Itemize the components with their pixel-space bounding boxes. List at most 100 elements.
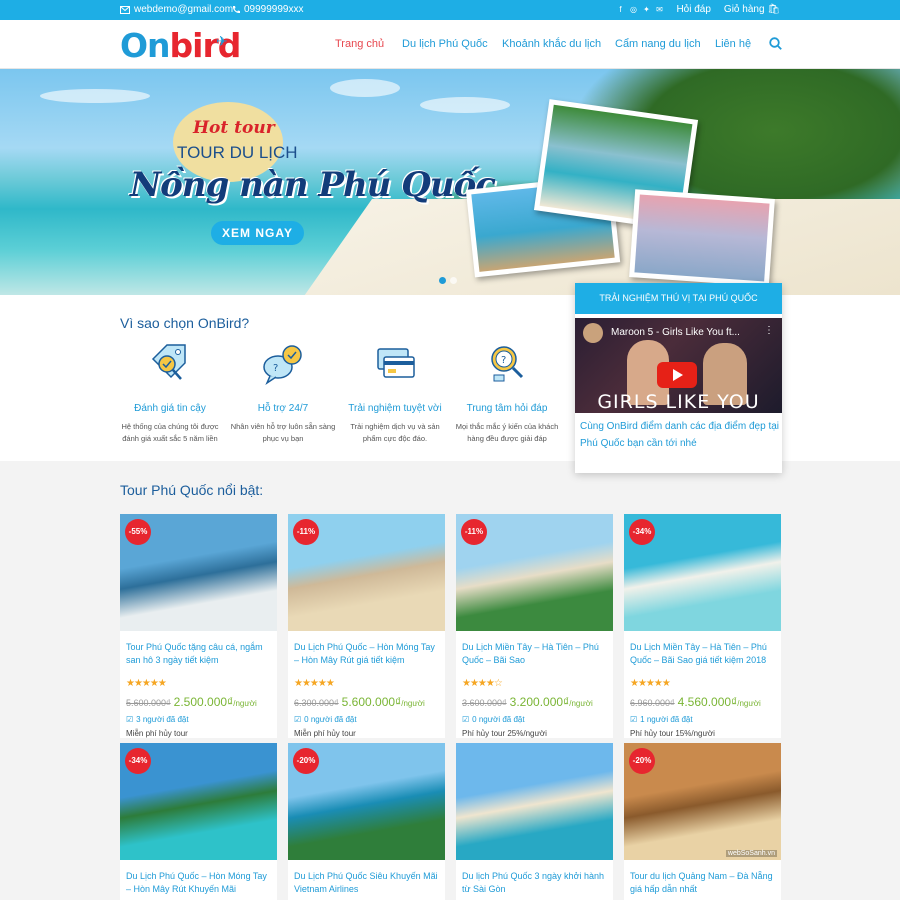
discount-badge: -11% — [461, 519, 487, 545]
new-price: 5.600.000₫ — [341, 695, 402, 709]
nav-item-home[interactable]: Trang chủ — [335, 38, 384, 50]
price-tag-icon — [151, 344, 186, 380]
magnifier-question-icon: ? — [491, 346, 524, 382]
tour-card[interactable]: -20% webSoSanh.vn Tour du lịch Quảng Nam –… — [624, 743, 781, 900]
tour-name-link[interactable]: Du Lịch Phú Quốc – Hòn Móng Tay – Hòn Mâ… — [120, 860, 277, 900]
topbar-phone[interactable]: 09999999xxx — [232, 4, 304, 15]
site-header: Onbird ✈ Trang chủ Du lịch Phú Quốc Khoả… — [0, 20, 900, 69]
video-title: Maroon 5 - Girls Like You ft... — [611, 327, 740, 338]
instagram-icon[interactable]: ◎ — [629, 5, 637, 14]
edit-check-icon: ☑ — [294, 715, 302, 724]
mail-icon — [120, 5, 130, 14]
nav-item-moments[interactable]: Khoảnh khắc du lịch — [502, 38, 601, 50]
booked-count: ☑ 0 người đã đặt — [456, 715, 613, 724]
tour-name-link[interactable]: Du Lịch Phú Quốc – Hòn Móng Tay – Hòn Mâ… — [288, 631, 445, 671]
discount-badge: -11% — [293, 519, 319, 545]
cancel-policy: Phí hủy tour 25%/người — [462, 729, 547, 738]
tour-card[interactable]: -11% Du Lịch Miền Tây – Hà Tiên – Phú Quố… — [456, 514, 613, 738]
booked-text: 0 người đã đặt — [472, 715, 525, 724]
tour-image[interactable]: -55% — [120, 514, 277, 631]
hero-banner: Hot tour TOUR DU LỊCH Nồng nàn Phú Quốc … — [0, 69, 900, 295]
svg-text:?: ? — [501, 355, 506, 366]
why-title: Vì sao chọn OnBird? — [120, 315, 250, 331]
price-row: 3.600.000₫ 3.200.000₫/người — [456, 693, 613, 711]
feature-desc: Nhân viên hỗ trợ luôn sẵn sàng phục vụ b… — [230, 422, 336, 443]
tour-card[interactable]: -55% Tour Phú Quốc tặng câu cá, ngắm san … — [120, 514, 277, 738]
price-row: 6.300.000₫ 5.600.000₫/người — [288, 693, 445, 711]
discount-badge: -34% — [629, 519, 655, 545]
image-watermark: webSoSanh.vn — [725, 850, 777, 857]
logo-part-on: On — [120, 26, 171, 65]
price-unit: /người — [233, 699, 257, 708]
tour-image[interactable] — [456, 743, 613, 860]
more-options-icon[interactable]: ⋮ — [764, 325, 774, 336]
tour-name-link[interactable]: Du Lịch Phú Quốc Siêu Khuyến Mãi Vietnam… — [288, 860, 445, 900]
site-logo[interactable]: Onbird ✈ — [120, 26, 241, 65]
topbar-email-text: webdemo@gmail.com — [134, 4, 234, 15]
youtube-video-player[interactable]: Maroon 5 - Girls Like You ft... ⋮ GIRLS … — [575, 318, 782, 413]
new-price: 3.200.000₫ — [509, 695, 570, 709]
booked-text: 3 người đã đặt — [136, 715, 189, 724]
twitter-icon[interactable]: ✦ — [642, 5, 650, 14]
nav-item-phu-quoc[interactable]: Du lịch Phú Quốc — [402, 38, 488, 50]
tour-image[interactable]: -20% webSoSanh.vn — [624, 743, 781, 860]
feature-desc: Mọi thắc mắc ý kiến của khách hàng đều đ… — [455, 422, 559, 443]
topbar-email[interactable]: webdemo@gmail.com — [120, 4, 233, 15]
mail-icon[interactable]: ✉ — [655, 5, 663, 14]
edit-check-icon: ☑ — [126, 715, 134, 724]
channel-avatar — [583, 323, 603, 343]
slider-dot-1[interactable] — [439, 277, 446, 284]
search-icon[interactable] — [769, 37, 782, 50]
tour-card[interactable]: -20% Du Lịch Phú Quốc Siêu Khuyến Mãi Vie… — [288, 743, 445, 900]
edit-check-icon: ☑ — [462, 715, 470, 724]
old-price: 6.960.000₫ — [630, 698, 675, 708]
tour-image[interactable]: -11% — [456, 514, 613, 631]
hero-photo-sunset-pier — [629, 189, 775, 287]
new-price: 2.500.000₫ — [173, 695, 234, 709]
tour-image[interactable]: -34% — [120, 743, 277, 860]
video-caption-link[interactable]: Cùng OnBird điểm danh các địa điểm đẹp t… — [580, 418, 780, 452]
xem-ngay-button[interactable]: XEM NGAY — [211, 221, 304, 245]
tour-image[interactable]: -11% — [288, 514, 445, 631]
discount-badge: -55% — [125, 519, 151, 545]
video-card-heading: TRẢI NGHIỆM THÚ VỊ TẠI PHÚ QUỐC — [575, 283, 782, 314]
price-unit: /người — [737, 699, 761, 708]
nav-item-contact[interactable]: Liên hệ — [715, 38, 751, 50]
price-unit: /người — [401, 699, 425, 708]
feature-reliable: Đánh giá tin cậy Hệ thống của chúng tôi … — [115, 339, 225, 445]
tour-card[interactable]: -11% Du Lịch Phú Quốc – Hòn Móng Tay – Hò… — [288, 514, 445, 738]
tour-name-link[interactable]: Du lịch Phú Quốc 3 ngày khởi hành từ Sài… — [456, 860, 613, 900]
cancel-policy: Miễn phí hủy tour — [294, 729, 356, 738]
nav-item-guide[interactable]: Cẩm nang du lịch — [615, 38, 701, 50]
price-unit: /người — [569, 699, 593, 708]
tour-card[interactable]: Du lịch Phú Quốc 3 ngày khởi hành từ Sài… — [456, 743, 613, 900]
new-price: 4.560.000₫ — [677, 695, 738, 709]
experience-video-card: TRẢI NGHIỆM THÚ VỊ TẠI PHÚ QUỐC Maroon 5… — [575, 283, 782, 473]
cart-link[interactable]: Giỏ hàng 🛍 — [724, 4, 780, 15]
credit-card-icon — [377, 348, 415, 378]
tour-name-link[interactable]: Tour du lịch Quảng Nam – Đà Nẵng giá hấp… — [624, 860, 781, 900]
tour-name-link[interactable]: Tour Phú Quốc tặng câu cá, ngắm san hô 3… — [120, 631, 277, 671]
tour-du-lich-label: TOUR DU LỊCH — [177, 143, 298, 162]
booked-count: ☑ 3 người đã đặt — [120, 715, 277, 724]
facebook-icon[interactable]: f — [616, 5, 624, 14]
slider-dots — [439, 277, 457, 284]
tour-card[interactable]: -34% Du Lịch Miền Tây – Hà Tiên – Phú Quố… — [624, 514, 781, 738]
youtube-play-icon[interactable] — [657, 362, 697, 388]
tour-image[interactable]: -20% — [288, 743, 445, 860]
rating-stars: ★★★★☆ — [462, 678, 503, 689]
feature-title: Đánh giá tin cậy — [134, 403, 206, 414]
slider-dot-2[interactable] — [450, 277, 457, 284]
tour-card[interactable]: -34% Du Lịch Phú Quốc – Hòn Móng Tay – Hò… — [120, 743, 277, 900]
feature-experience: Trải nghiệm tuyệt vời Trải nghiệm dịch v… — [340, 339, 450, 445]
tour-image[interactable]: -34% — [624, 514, 781, 631]
feature-title: Hỗ trợ 24/7 — [257, 403, 309, 414]
discount-badge: -20% — [629, 748, 655, 774]
faq-link[interactable]: Hỏi đáp — [676, 4, 710, 15]
tour-name-link[interactable]: Du Lịch Miền Tây – Hà Tiên – Phú Quốc – … — [456, 631, 613, 671]
cancel-policy: Miễn phí hủy tour — [126, 729, 188, 738]
old-price: 5.600.000₫ — [126, 698, 171, 708]
top-bar: webdemo@gmail.com 09999999xxx f ◎ ✦ ✉ Hỏ… — [0, 0, 900, 20]
tour-name-link[interactable]: Du Lịch Miền Tây – Hà Tiên – Phú Quốc – … — [624, 631, 781, 671]
booked-text: 0 người đã đặt — [304, 715, 357, 724]
